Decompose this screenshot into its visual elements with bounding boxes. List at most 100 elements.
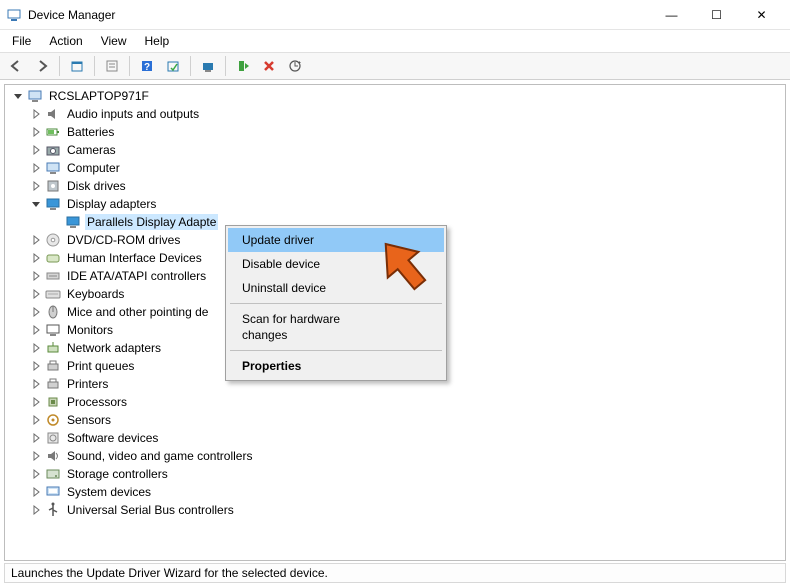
collapse-icon[interactable] (11, 89, 25, 103)
speaker-icon (45, 106, 61, 122)
system-icon (45, 484, 61, 500)
tree-node-label: DVD/CD-ROM drives (65, 232, 182, 248)
expand-icon[interactable] (29, 377, 43, 391)
expand-icon[interactable] (29, 233, 43, 247)
toolbar-separator (94, 56, 95, 76)
expand-icon[interactable] (29, 287, 43, 301)
tree-node-label: Processors (65, 394, 129, 410)
tree-node[interactable]: System devices (9, 483, 781, 501)
collapse-icon[interactable] (29, 197, 43, 211)
storage-icon (45, 466, 61, 482)
expand-icon[interactable] (29, 431, 43, 445)
tree-node[interactable]: Cameras (9, 141, 781, 159)
close-button[interactable]: ✕ (739, 1, 784, 29)
tree-node[interactable]: Batteries (9, 123, 781, 141)
expand-icon[interactable] (29, 503, 43, 517)
camera-icon (45, 142, 61, 158)
context-menu-separator (230, 303, 442, 304)
menu-action[interactable]: Action (41, 32, 90, 50)
software-icon (45, 430, 61, 446)
context-menu-item[interactable]: Update driver (228, 228, 444, 252)
expand-icon[interactable] (29, 341, 43, 355)
toolbar-separator (59, 56, 60, 76)
menu-help[interactable]: Help (137, 32, 178, 50)
display-icon (45, 196, 61, 212)
expand-icon[interactable] (29, 395, 43, 409)
computer-icon (45, 160, 61, 176)
expand-icon[interactable] (29, 269, 43, 283)
tree-node[interactable]: Computer (9, 159, 781, 177)
toolbar-separator (225, 56, 226, 76)
expand-icon[interactable] (29, 359, 43, 373)
back-button[interactable] (4, 54, 28, 78)
mouse-icon (45, 304, 61, 320)
tree-node[interactable]: Universal Serial Bus controllers (9, 501, 781, 519)
scan-hardware-button[interactable] (196, 54, 220, 78)
tree-node-label: Sound, video and game controllers (65, 448, 254, 464)
tree-node-label: System devices (65, 484, 153, 500)
tree-node[interactable]: Processors (9, 393, 781, 411)
svg-text:?: ? (144, 62, 150, 73)
tree-node-label: Universal Serial Bus controllers (65, 502, 236, 518)
tree-node-label: Keyboards (65, 286, 126, 302)
tree-node-label: Storage controllers (65, 466, 170, 482)
sensor-icon (45, 412, 61, 428)
maximize-button[interactable]: ☐ (694, 1, 739, 29)
expand-icon[interactable] (29, 413, 43, 427)
tree-node[interactable]: Disk drives (9, 177, 781, 195)
tree-node[interactable]: Sensors (9, 411, 781, 429)
properties-button[interactable] (100, 54, 124, 78)
cpu-icon (45, 394, 61, 410)
tree-node[interactable]: Audio inputs and outputs (9, 105, 781, 123)
menu-view[interactable]: View (93, 32, 135, 50)
context-menu-item[interactable]: Uninstall device (228, 276, 444, 300)
display-icon (65, 214, 81, 230)
context-menu-item[interactable]: Scan for hardware changes (228, 307, 444, 347)
update-policy-button[interactable] (161, 54, 185, 78)
forward-button[interactable] (30, 54, 54, 78)
tree-node-label: Human Interface Devices (65, 250, 204, 266)
expand-icon[interactable] (29, 143, 43, 157)
tree-root[interactable]: RCSLAPTOP971F (9, 87, 781, 105)
tree-node-label: Batteries (65, 124, 116, 140)
menu-file[interactable]: File (4, 32, 39, 50)
printer-icon (45, 358, 61, 374)
tree-node-label: Printers (65, 376, 110, 392)
expand-icon[interactable] (29, 449, 43, 463)
context-menu: Update driverDisable deviceUninstall dev… (225, 225, 447, 381)
expand-icon[interactable] (29, 179, 43, 193)
tree-node-label: Network adapters (65, 340, 163, 356)
expand-icon[interactable] (29, 107, 43, 121)
monitor-icon (45, 322, 61, 338)
toolbar-separator (190, 56, 191, 76)
expand-icon[interactable] (29, 305, 43, 319)
show-hidden-button[interactable] (65, 54, 89, 78)
tree-node[interactable]: Sound, video and game controllers (9, 447, 781, 465)
tree-node[interactable]: Software devices (9, 429, 781, 447)
update-driver-button[interactable] (283, 54, 307, 78)
status-text: Launches the Update Driver Wizard for th… (11, 566, 328, 580)
expand-icon[interactable] (29, 161, 43, 175)
hid-icon (45, 250, 61, 266)
help-button[interactable]: ? (135, 54, 159, 78)
context-menu-separator (230, 350, 442, 351)
printer-icon (45, 376, 61, 392)
disk-icon (45, 178, 61, 194)
tree-node-label: Sensors (65, 412, 113, 428)
titlebar: Device Manager — ☐ ✕ (0, 0, 790, 30)
uninstall-button[interactable] (257, 54, 281, 78)
enable-device-button[interactable] (231, 54, 255, 78)
expand-icon[interactable] (29, 251, 43, 265)
tree-node[interactable]: Display adapters (9, 195, 781, 213)
tree-node[interactable]: Storage controllers (9, 465, 781, 483)
minimize-button[interactable]: — (649, 1, 694, 29)
window-title: Device Manager (28, 8, 649, 22)
computer-icon (27, 88, 43, 104)
tree-root-label: RCSLAPTOP971F (47, 88, 151, 104)
expand-icon[interactable] (29, 125, 43, 139)
expand-icon[interactable] (29, 467, 43, 481)
context-menu-item[interactable]: Properties (228, 354, 444, 378)
context-menu-item[interactable]: Disable device (228, 252, 444, 276)
expand-icon[interactable] (29, 485, 43, 499)
expand-icon[interactable] (29, 323, 43, 337)
